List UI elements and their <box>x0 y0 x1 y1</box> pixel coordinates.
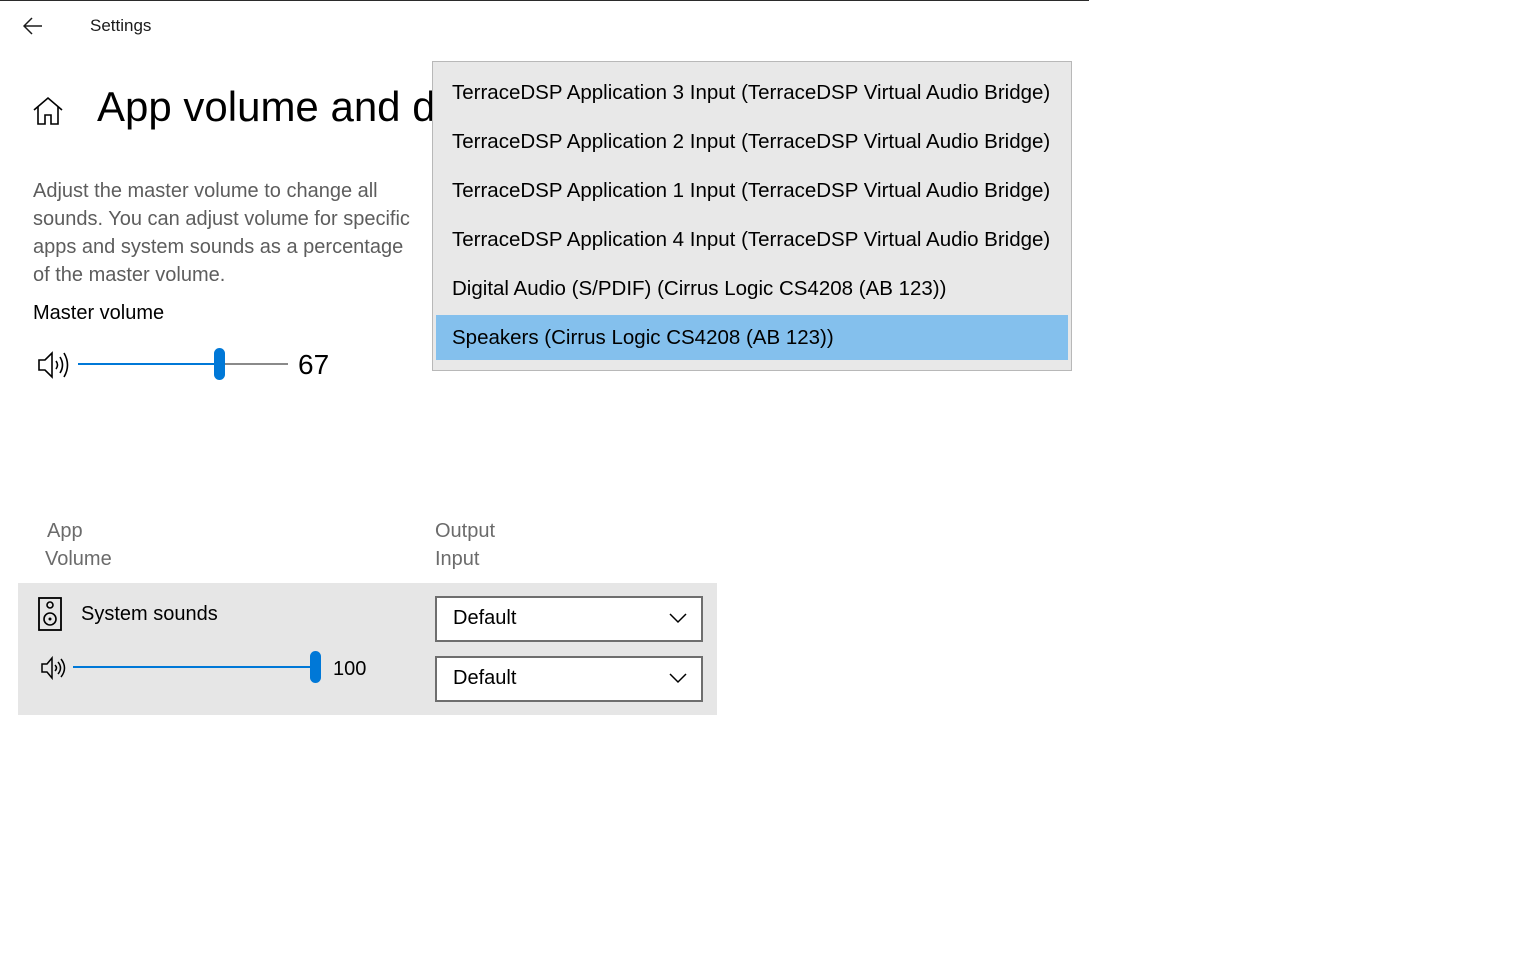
output-selected-value: Default <box>453 607 517 629</box>
chevron-down-icon <box>669 673 687 684</box>
home-icon[interactable] <box>31 94 65 128</box>
chevron-down-icon <box>669 613 687 624</box>
slider-thumb[interactable] <box>214 348 225 380</box>
column-app-label: App <box>47 520 83 542</box>
app-volume-value: 100 <box>333 658 367 680</box>
dropdown-option[interactable]: Digital Audio (S/PDIF) (Cirrus Logic CS4… <box>436 266 1068 311</box>
dropdown-option[interactable]: TerraceDSP Application 1 Input (TerraceD… <box>436 168 1068 213</box>
page-title: App volume and d <box>97 83 436 130</box>
slider-fill <box>73 666 315 668</box>
column-header-app: App Volume <box>45 517 112 573</box>
dropdown-option[interactable]: TerraceDSP Application 2 Input (TerraceD… <box>436 119 1068 164</box>
column-input-label: Input <box>435 548 480 570</box>
settings-window: Settings App volume and d Adjust the mas… <box>0 0 1089 960</box>
slider-thumb[interactable] <box>310 651 321 683</box>
column-header-output: Output Input <box>435 517 495 573</box>
speaker-icon[interactable] <box>37 350 71 380</box>
input-device-select[interactable]: Default <box>435 656 703 702</box>
back-button[interactable] <box>14 9 52 43</box>
master-volume-slider[interactable] <box>78 348 288 382</box>
speaker-device-icon <box>38 597 62 631</box>
input-selected-value: Default <box>453 667 517 689</box>
app-title: Settings <box>90 16 152 35</box>
dropdown-option[interactable]: TerraceDSP Application 3 Input (TerraceD… <box>436 70 1068 115</box>
dropdown-option[interactable]: TerraceDSP Application 4 Input (TerraceD… <box>436 217 1068 262</box>
output-device-select[interactable]: Default <box>435 596 703 642</box>
page-description: Adjust the master volume to change all s… <box>33 180 410 286</box>
column-output-label: Output <box>435 520 496 542</box>
speaker-icon[interactable] <box>40 655 68 681</box>
title-bar: Settings <box>0 1 1089 51</box>
arrow-left-icon <box>23 17 42 35</box>
app-row-system-sounds: System sounds 100 Default Default <box>18 583 717 715</box>
device-dropdown-list: TerraceDSP Application 3 Input (TerraceD… <box>432 61 1072 371</box>
master-volume-label: Master volume <box>33 302 165 324</box>
app-volume-slider[interactable] <box>73 651 321 685</box>
master-volume-value: 67 <box>298 349 330 380</box>
dropdown-option[interactable]: Speakers (Cirrus Logic CS4208 (AB 123)) <box>436 315 1068 360</box>
app-name: System sounds <box>81 603 218 625</box>
slider-fill <box>78 363 219 365</box>
column-volume-label: Volume <box>45 548 112 570</box>
